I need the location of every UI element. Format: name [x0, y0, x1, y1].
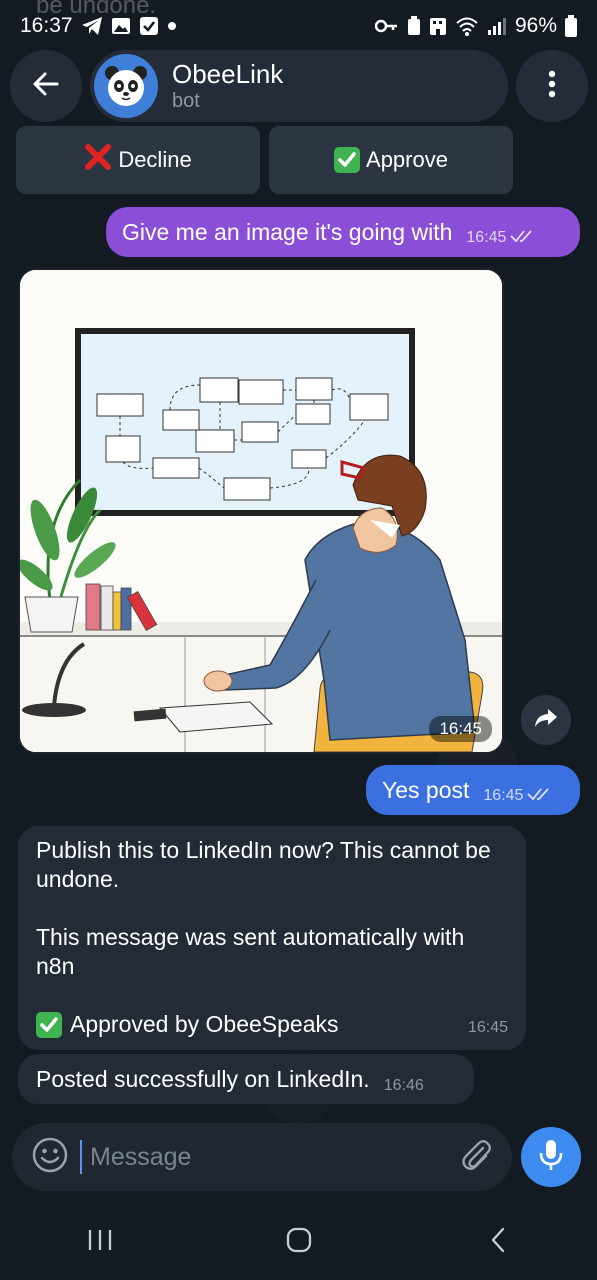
message-text: Yes post — [382, 776, 470, 803]
message-text: Posted successfully on LinkedIn. — [36, 1065, 370, 1092]
system-back-button[interactable] — [458, 1213, 538, 1273]
panda-icon — [105, 66, 147, 106]
message-text: This message was sent automatically with… — [36, 924, 465, 979]
kebab-menu-icon — [548, 70, 556, 103]
signal-icon — [487, 16, 507, 36]
decline-label: Decline — [118, 147, 192, 172]
message-text: Give me an image it's going with — [122, 218, 453, 245]
more-options-button[interactable] — [516, 50, 588, 122]
battery-saver-icon — [407, 16, 421, 36]
message-time: 16:46 — [383, 1076, 424, 1094]
message-text: Approved by ObeeSpeaks — [70, 1011, 339, 1037]
message-input[interactable] — [80, 1140, 446, 1174]
arrow-left-icon — [31, 69, 61, 104]
message-time: 16:45 — [483, 787, 524, 804]
checkbox-icon — [139, 16, 159, 36]
double-check-icon — [527, 787, 553, 806]
approve-button[interactable]: Approve — [269, 126, 513, 194]
incoming-message[interactable]: Posted successfully on LinkedIn. 16:46 — [18, 1054, 474, 1104]
forward-button[interactable] — [521, 695, 571, 745]
chat-subtitle: bot — [172, 90, 200, 112]
paperclip-icon — [459, 1138, 493, 1177]
chat-header[interactable]: ObeeLink bot — [90, 50, 508, 122]
gallery-icon — [111, 16, 131, 36]
approve-label: Approve — [366, 147, 448, 172]
home-icon — [286, 1227, 312, 1258]
recents-icon — [87, 1228, 113, 1257]
battery-icon — [565, 15, 577, 37]
incoming-message[interactable]: Publish this to LinkedIn now? This canno… — [18, 826, 526, 1050]
recent-apps-button[interactable] — [60, 1213, 140, 1273]
decline-button[interactable]: Decline — [16, 126, 260, 194]
telegram-icon — [81, 16, 103, 36]
battery-percent: 96% — [514, 14, 557, 37]
microphone-icon — [538, 1139, 564, 1176]
building-icon — [429, 16, 447, 36]
key-icon — [374, 18, 399, 34]
avatar[interactable] — [94, 54, 158, 118]
status-bar: 16:37 96% — [0, 0, 597, 52]
check-mark-icon — [36, 1011, 62, 1038]
message-time: 16:45 — [466, 229, 507, 246]
forward-arrow-icon — [534, 708, 558, 733]
generated-image — [20, 270, 502, 752]
wifi-icon — [455, 16, 479, 36]
attach-button[interactable] — [446, 1123, 506, 1191]
home-button[interactable] — [259, 1213, 339, 1273]
check-mark-icon — [334, 147, 361, 173]
outgoing-message[interactable]: Yes post 16:45 — [366, 765, 580, 815]
smiley-icon — [32, 1137, 68, 1178]
message-composer — [12, 1123, 512, 1191]
outgoing-message[interactable]: Give me an image it's going with 16:45 — [106, 207, 580, 257]
cross-mark-icon — [84, 143, 112, 177]
dot-icon — [167, 21, 177, 31]
emoji-button[interactable] — [20, 1123, 80, 1191]
message-time: 16:45 — [467, 1019, 508, 1036]
voice-record-button[interactable] — [521, 1127, 581, 1187]
image-message[interactable]: 16:45 — [18, 268, 504, 754]
system-navigation-bar — [0, 1205, 597, 1280]
message-text: Publish this to LinkedIn now? This canno… — [36, 837, 491, 892]
chat-title: ObeeLink — [172, 59, 284, 89]
chevron-left-icon — [490, 1227, 506, 1258]
image-time: 16:45 — [429, 716, 492, 742]
back-button[interactable] — [10, 50, 82, 122]
double-check-icon — [510, 229, 536, 248]
status-time: 16:37 — [20, 14, 73, 37]
